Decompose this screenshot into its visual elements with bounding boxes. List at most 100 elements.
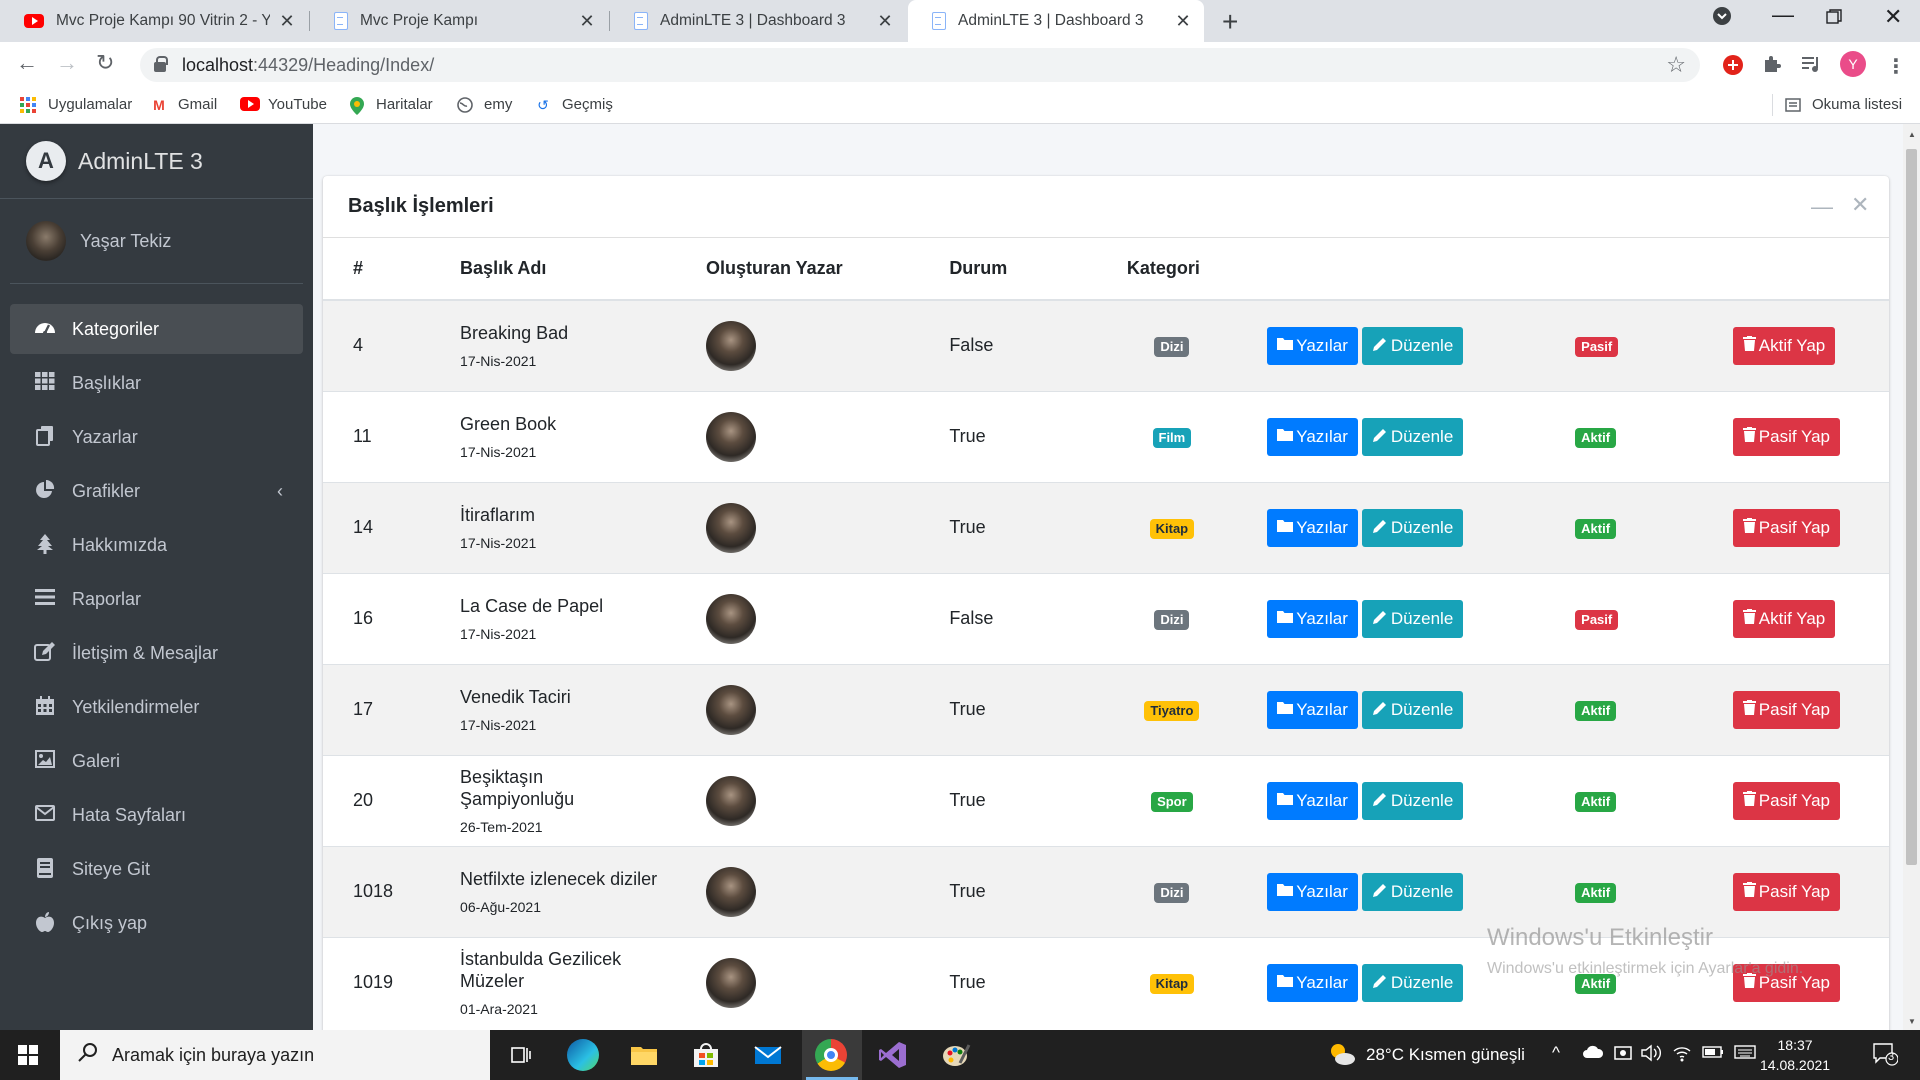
- browser-tab-1[interactable]: Mvc Proje Kampı 90 Vitrin 2 - You ✕: [0, 0, 308, 42]
- edit-button[interactable]: Düzenle: [1361, 599, 1464, 638]
- reading-list[interactable]: Okuma listesi: [1784, 96, 1902, 113]
- sidebar-item-basliklar[interactable]: Başlıklar: [10, 358, 303, 408]
- bookmark-maps[interactable]: Haritalar: [348, 96, 433, 115]
- task-view-icon[interactable]: [504, 1039, 536, 1071]
- keyboard-icon[interactable]: [1734, 1044, 1756, 1064]
- media-queue-icon[interactable]: [1800, 54, 1822, 80]
- tab-search-icon[interactable]: [1712, 6, 1732, 32]
- writers-button[interactable]: Yazılar: [1267, 781, 1358, 820]
- sidebar-item-siteye-git[interactable]: Siteye Git: [10, 844, 303, 894]
- weather-icon[interactable]: [1328, 1042, 1356, 1071]
- toggle-status-button[interactable]: Pasif Yap: [1732, 781, 1840, 820]
- edit-button[interactable]: Düzenle: [1361, 326, 1464, 365]
- writers-button[interactable]: Yazılar: [1267, 599, 1358, 638]
- writers-button[interactable]: Yazılar: [1267, 872, 1358, 911]
- edit-button[interactable]: Düzenle: [1361, 872, 1464, 911]
- author-avatar[interactable]: [705, 775, 756, 826]
- scrollbar-thumb[interactable]: [1906, 149, 1917, 865]
- toggle-status-button[interactable]: Pasif Yap: [1732, 508, 1840, 547]
- sidebar-item-iletisim[interactable]: İletişim & Mesajlar: [10, 628, 303, 678]
- edit-button[interactable]: Düzenle: [1361, 690, 1464, 729]
- scroll-down-icon[interactable]: ▼: [1908, 1017, 1916, 1026]
- tray-chevron-up-icon[interactable]: ^: [1552, 1043, 1560, 1063]
- battery-icon[interactable]: [1702, 1044, 1724, 1064]
- page-scrollbar[interactable]: ▲ ▼: [1903, 124, 1920, 1030]
- forward-arrow-icon[interactable]: →: [56, 50, 78, 76]
- sidebar-item-hakkimizda[interactable]: Hakkımızda: [10, 520, 303, 570]
- taskbar-clock[interactable]: 18:37 14.08.2021: [1760, 1035, 1830, 1075]
- edit-button[interactable]: Düzenle: [1361, 417, 1464, 456]
- bookmark-star-icon[interactable]: ☆: [1666, 52, 1686, 78]
- close-icon[interactable]: ✕: [1851, 192, 1869, 218]
- writers-button[interactable]: Yazılar: [1267, 417, 1358, 456]
- weather-text[interactable]: 28°C Kısmen güneşli: [1366, 1045, 1525, 1065]
- mail-icon[interactable]: [752, 1039, 784, 1071]
- close-icon[interactable]: ✕: [876, 11, 894, 32]
- toggle-status-button[interactable]: Pasif Yap: [1732, 872, 1840, 911]
- author-avatar[interactable]: [705, 866, 756, 917]
- visual-studio-icon[interactable]: [877, 1039, 909, 1071]
- store-icon[interactable]: [690, 1039, 722, 1071]
- puzzle-icon[interactable]: [1762, 54, 1782, 80]
- notification-icon[interactable]: 3: [1872, 1042, 1899, 1071]
- writers-button[interactable]: Yazılar: [1267, 508, 1358, 547]
- back-arrow-icon[interactable]: ←: [16, 50, 38, 76]
- paint-icon[interactable]: [940, 1039, 972, 1071]
- writers-button[interactable]: Yazılar: [1267, 326, 1358, 365]
- close-icon[interactable]: ✕: [1174, 11, 1192, 32]
- browser-tab-active[interactable]: AdminLTE 3 | Dashboard 3 ✕: [908, 0, 1204, 42]
- extension-red-icon[interactable]: [1722, 54, 1744, 82]
- writers-button[interactable]: Yazılar: [1267, 963, 1358, 1002]
- bookmark-history[interactable]: ↺ Geçmiş: [534, 96, 613, 113]
- window-close-icon[interactable]: ✕: [1884, 4, 1902, 30]
- edit-button[interactable]: Düzenle: [1361, 508, 1464, 547]
- author-avatar[interactable]: [705, 502, 756, 553]
- author-avatar[interactable]: [705, 957, 756, 1008]
- sidebar-item-yazarlar[interactable]: Yazarlar: [10, 412, 303, 462]
- browser-tab-3[interactable]: AdminLTE 3 | Dashboard 3 ✕: [610, 0, 906, 42]
- sidebar-item-grafikler[interactable]: Grafikler ‹: [10, 466, 303, 516]
- sidebar-item-hata-sayfalari[interactable]: Hata Sayfaları: [10, 790, 303, 840]
- url-field[interactable]: localhost:44329/Heading/Index/ ☆: [140, 48, 1700, 82]
- author-avatar[interactable]: [705, 411, 756, 462]
- edge-icon[interactable]: [567, 1039, 599, 1071]
- user-panel[interactable]: Yaşar Tekiz: [10, 199, 303, 284]
- close-icon[interactable]: ✕: [278, 11, 296, 32]
- toggle-status-button[interactable]: Pasif Yap: [1732, 417, 1840, 456]
- windows-start-icon[interactable]: [18, 1045, 38, 1065]
- bookmark-youtube[interactable]: YouTube: [240, 96, 327, 113]
- security-icon[interactable]: [1614, 1044, 1632, 1067]
- toggle-status-button[interactable]: Aktif Yap: [1732, 599, 1836, 638]
- scroll-up-icon[interactable]: ▲: [1908, 130, 1916, 139]
- close-icon[interactable]: ✕: [578, 11, 596, 32]
- sidebar-item-kategoriler[interactable]: Kategoriler: [10, 304, 303, 354]
- author-avatar[interactable]: [705, 684, 756, 735]
- onedrive-cloud-icon[interactable]: [1582, 1044, 1604, 1064]
- minimize-icon[interactable]: —: [1772, 2, 1794, 28]
- edit-button[interactable]: Düzenle: [1361, 963, 1464, 1002]
- toggle-status-button[interactable]: Aktif Yap: [1732, 326, 1836, 365]
- sidebar-item-yetkilendirmeler[interactable]: Yetkilendirmeler: [10, 682, 303, 732]
- bookmark-emy[interactable]: emy: [456, 96, 512, 113]
- reload-icon[interactable]: ↻: [96, 50, 114, 76]
- taskbar-search-field[interactable]: Aramak için buraya yazın: [60, 1030, 490, 1080]
- chrome-icon[interactable]: [815, 1039, 847, 1071]
- sidebar-item-cikis[interactable]: Çıkış yap: [10, 898, 303, 948]
- volume-icon[interactable]: [1640, 1044, 1662, 1067]
- edit-button[interactable]: Düzenle: [1361, 781, 1464, 820]
- bookmark-gmail[interactable]: M Gmail: [150, 96, 217, 113]
- brand[interactable]: A AdminLTE 3: [0, 124, 313, 199]
- maximize-icon[interactable]: [1826, 8, 1842, 31]
- profile-avatar[interactable]: Y: [1840, 51, 1866, 77]
- sidebar-item-raporlar[interactable]: Raporlar: [10, 574, 303, 624]
- menu-kebab-icon[interactable]: ⋮: [1886, 54, 1906, 79]
- author-avatar[interactable]: [705, 593, 756, 644]
- toggle-status-button[interactable]: Pasif Yap: [1732, 690, 1840, 729]
- author-avatar[interactable]: [705, 320, 756, 371]
- file-explorer-icon[interactable]: [628, 1039, 660, 1071]
- new-tab-plus-icon[interactable]: +: [1222, 6, 1238, 38]
- sidebar-item-galeri[interactable]: Galeri: [10, 736, 303, 786]
- collapse-minus-icon[interactable]: —: [1811, 194, 1833, 220]
- bookmark-apps[interactable]: Uygulamalar: [20, 96, 132, 113]
- writers-button[interactable]: Yazılar: [1267, 690, 1358, 729]
